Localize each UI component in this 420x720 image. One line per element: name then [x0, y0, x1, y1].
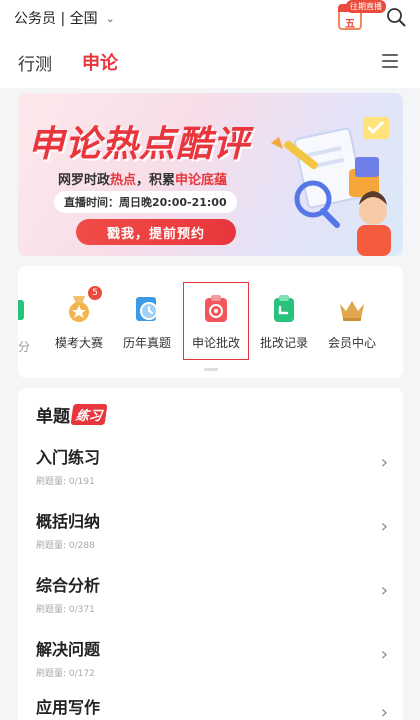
- search-icon[interactable]: [386, 7, 406, 27]
- entry-past-papers[interactable]: 历年真题: [115, 266, 179, 366]
- grading-record-icon: [269, 294, 299, 324]
- entry-member-center[interactable]: 会员中心: [320, 266, 384, 366]
- entry-grading-records[interactable]: 批改记录: [252, 266, 316, 366]
- entry-mock-exam[interactable]: 5 模考大赛: [47, 266, 111, 366]
- calendar-badge: 往期直播: [346, 0, 386, 13]
- reserve-button[interactable]: 戳我，提前预约: [76, 219, 236, 245]
- chevron-right-icon: ›: [380, 644, 388, 665]
- chevron-right-icon: ›: [380, 516, 388, 537]
- promo-banner[interactable]: 申论热点酷评 网罗时政热点，积累申论底蕴 直播时间：周日晚20:00-21:00…: [18, 93, 403, 256]
- scroll-indicator: [204, 368, 218, 371]
- practice-title: 单题: [36, 407, 70, 427]
- banner-illustration: [271, 117, 391, 256]
- list-item-progress: 刷题量: 0/288: [36, 541, 95, 551]
- banner-subtitle: 网罗时政热点，积累申论底蕴: [58, 173, 228, 188]
- list-item-solve[interactable]: 解决问题 刷题量: 0/172 ›: [36, 632, 388, 692]
- list-item-title: 综合分析: [36, 576, 101, 595]
- list-item-progress: 刷题量: 0/191: [36, 477, 95, 487]
- list-item-progress: 刷题量: 0/172: [36, 669, 95, 679]
- menu-icon[interactable]: [382, 54, 398, 68]
- entry-label-mock-exam: 模考大赛: [54, 336, 103, 350]
- medal-icon: 5: [64, 286, 102, 324]
- list-item-title: 概括归纳: [36, 512, 101, 531]
- region-label: 公务员 | 全国: [14, 11, 98, 27]
- partial-green-icon[interactable]: [18, 300, 24, 320]
- history-papers-icon: [132, 294, 162, 324]
- entry-label-grading-records: 批改记录: [259, 336, 308, 350]
- entry-label-essay-grading: 申论批改: [191, 336, 240, 350]
- tab-shenlun[interactable]: 申论: [82, 49, 118, 75]
- entry-label-partial: 分: [18, 340, 31, 354]
- practice-card: 单题 练习 入门练习 刷题量: 0/191 › 概括归纳 刷题量: 0/288 …: [18, 388, 403, 720]
- grading-icon: [201, 294, 231, 324]
- chevron-down-icon: ⌄: [105, 11, 115, 25]
- list-item-writing[interactable]: 应用写作 ›: [36, 690, 388, 720]
- list-item-analysis[interactable]: 综合分析 刷题量: 0/371 ›: [36, 568, 388, 628]
- practice-header: 单题 练习: [36, 402, 108, 427]
- chevron-right-icon: ›: [380, 702, 388, 720]
- list-item-title: 应用写作: [36, 698, 101, 717]
- banner-title: 申论热点酷评: [28, 124, 251, 165]
- mock-exam-badge: 5: [88, 286, 102, 300]
- list-item-title: 入门练习: [36, 448, 101, 467]
- crown-icon: [337, 294, 367, 324]
- quick-entry-card: 分 5 模考大赛 历年真题 申论批改 批改记录 会员中心: [18, 266, 403, 378]
- entry-label-member-center: 会员中心: [327, 336, 376, 350]
- entry-essay-grading[interactable]: 申论批改: [184, 266, 248, 366]
- entry-label-past-papers: 历年真题: [122, 336, 171, 350]
- list-item-summarize[interactable]: 概括归纳 刷题量: 0/288 ›: [36, 504, 388, 564]
- list-item-progress: 刷题量: 0/371: [36, 605, 95, 615]
- region-selector[interactable]: 公务员 | 全国 ⌄: [14, 8, 115, 28]
- subject-tabs: 行测 申论: [0, 36, 420, 88]
- tab-xingce[interactable]: 行测: [18, 50, 52, 75]
- top-bar: 公务员 | 全国 ⌄ 五 往期直播: [0, 0, 420, 36]
- list-item-intro[interactable]: 入门练习 刷题量: 0/191 ›: [36, 440, 388, 500]
- practice-tag: 练习: [70, 404, 108, 425]
- chevron-right-icon: ›: [380, 452, 388, 473]
- chevron-right-icon: ›: [380, 580, 388, 601]
- calendar-day: 五: [345, 19, 355, 30]
- list-item-title: 解决问题: [36, 640, 101, 659]
- banner-time: 直播时间：周日晚20:00-21:00: [54, 191, 237, 213]
